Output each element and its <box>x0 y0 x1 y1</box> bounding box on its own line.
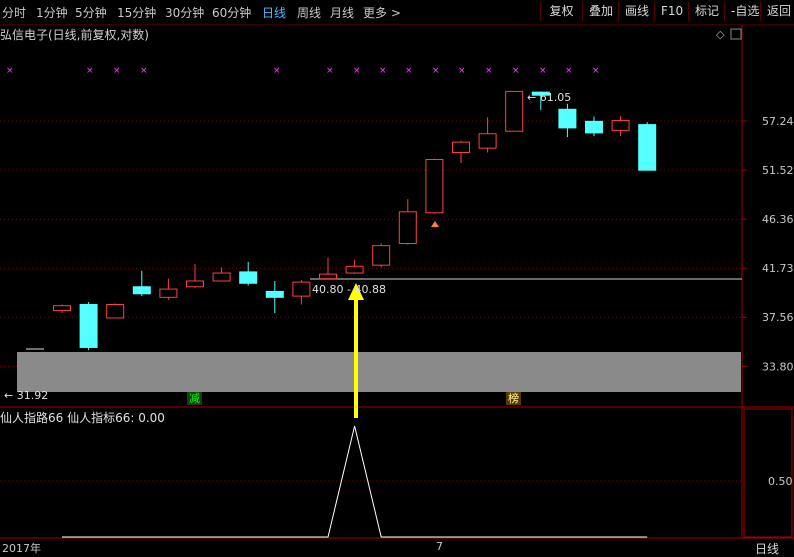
candle-body <box>186 280 204 288</box>
signal-marker: × <box>405 66 413 76</box>
candle-body <box>53 305 71 312</box>
signal-marker: × <box>140 66 148 76</box>
signal-marker: × <box>86 66 94 76</box>
indicator-tick: 0.50 <box>768 475 793 488</box>
period-indicator[interactable]: 日线 <box>755 540 779 557</box>
candle-body <box>611 120 630 131</box>
price-tick-1: 51.52 <box>762 164 794 177</box>
candle-body <box>585 120 603 134</box>
candle-body <box>478 133 497 149</box>
candle-body <box>452 141 470 153</box>
signal-marker: × <box>273 66 281 76</box>
signal-marker: × <box>565 66 573 76</box>
price-tick-0: 57.24 <box>762 115 794 128</box>
signal-marker: × <box>113 66 121 76</box>
price-tick-4: 37.56 <box>762 311 794 324</box>
indicator-axis-box <box>743 408 793 538</box>
high-price-label: ← 61.05 <box>527 91 572 104</box>
candle-body <box>345 265 364 274</box>
signal-marker: × <box>353 66 361 76</box>
candle-body <box>159 288 178 298</box>
kline-chart[interactable]: ◇ 57.24 51.52 46.36 41.73 37.56 33.80 × × × × × × × × ×… <box>0 0 794 556</box>
triangle-marker <box>431 221 439 227</box>
candle-body <box>638 124 657 171</box>
xaxis-month-label: 7 <box>436 540 443 553</box>
signal-marker: × <box>539 66 547 76</box>
gray-band <box>17 352 741 392</box>
signal-marker: × <box>6 66 14 76</box>
ranking-tag[interactable]: 榜 <box>506 392 521 405</box>
candle-body <box>212 272 231 282</box>
candle-body <box>239 271 258 284</box>
candle-body <box>132 286 151 295</box>
price-tick-2: 46.36 <box>762 213 794 226</box>
price-tick-3: 41.73 <box>762 262 794 275</box>
signal-marker: × <box>326 66 334 76</box>
reduce-tag[interactable]: 减 <box>187 392 202 405</box>
candle-body <box>372 245 391 266</box>
candle-body <box>265 290 284 298</box>
candle-body <box>319 273 337 280</box>
low-price-label: ← 31.92 <box>4 389 49 402</box>
candle-body <box>398 211 417 245</box>
indicator-line <box>62 425 648 538</box>
signal-marker: × <box>512 66 520 76</box>
indicator-label: 仙人指路66 仙人指标66: 0.00 <box>0 411 165 425</box>
candle-body <box>79 304 98 348</box>
xaxis-year-label: 2017年 <box>2 542 41 555</box>
expand-icon <box>730 28 742 40</box>
price-range-label: 40.80 - 40.88 <box>312 283 386 296</box>
candle-body <box>425 158 444 214</box>
signal-marker: × <box>379 66 387 76</box>
candle-body <box>292 281 311 297</box>
signal-marker: × <box>592 66 600 76</box>
candle-body <box>558 108 577 129</box>
signal-marker: × <box>458 66 466 76</box>
candle-body <box>106 304 125 319</box>
price-tick-5: 33.80 <box>762 360 794 373</box>
diamond-icon: ◇ <box>716 28 725 41</box>
signal-marker: × <box>432 66 440 76</box>
signal-marker: × <box>485 66 493 76</box>
candle-body <box>505 90 524 132</box>
